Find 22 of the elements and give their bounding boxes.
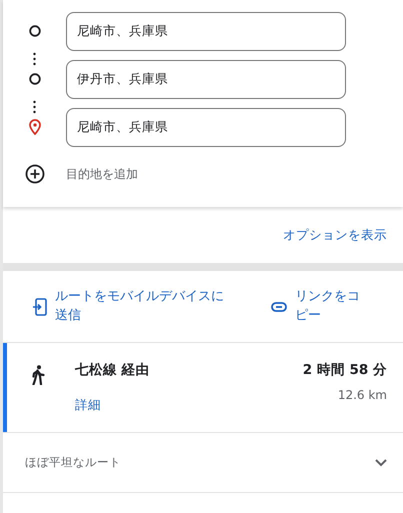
details-link[interactable]: 詳細	[75, 396, 101, 415]
route-title: 七松線 経由	[75, 361, 151, 380]
route-duration: 2 時間 58 分	[302, 361, 387, 380]
dots-icon	[33, 99, 36, 115]
dots-icon	[33, 51, 36, 67]
terrain-label: ほぼ平坦なルート	[25, 454, 121, 471]
route-card[interactable]: 七松線 経由 詳細 2 時間 58 分 12.6 km	[3, 343, 403, 433]
location-pin-icon	[28, 119, 40, 135]
location-field[interactable]: 伊丹市、兵庫県	[66, 60, 346, 98]
waypoint-circle-icon	[28, 25, 40, 37]
add-icon[interactable]	[24, 164, 44, 184]
expand-chevron-icon[interactable]	[375, 458, 387, 466]
location-field[interactable]: 尼崎市、兵庫県	[66, 12, 346, 50]
walking-icon	[31, 365, 45, 385]
copy-link-button[interactable]: リンクをコピー	[271, 288, 363, 326]
location-field[interactable]: 尼崎市、兵庫県	[66, 108, 346, 146]
route-distance: 12.6 km	[338, 387, 387, 404]
add-destination-button[interactable]: 目的地を追加	[66, 165, 138, 183]
options-link[interactable]: オプションを表示	[283, 226, 387, 244]
send-to-device-button[interactable]: ルートをモバイルデバイスに送信	[33, 288, 233, 326]
link-icon	[271, 302, 287, 312]
waypoint-circle-icon	[28, 73, 40, 85]
